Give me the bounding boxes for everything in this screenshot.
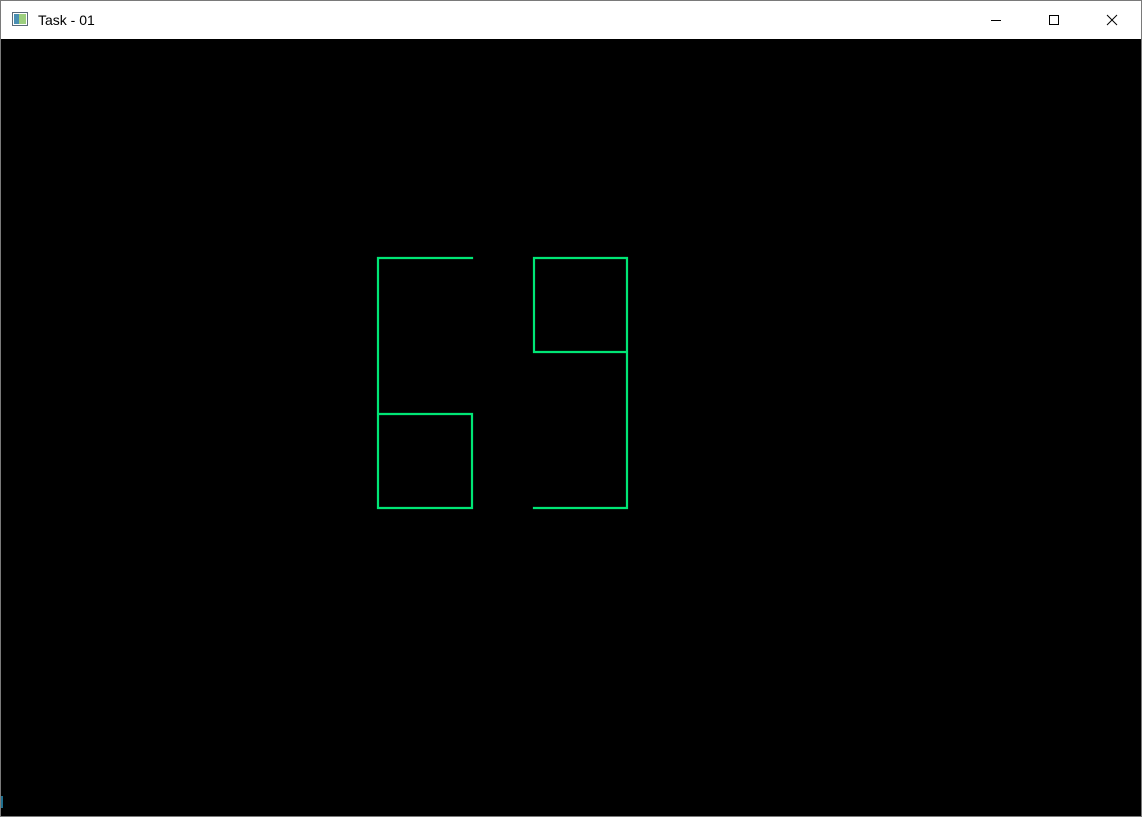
app-window-icon[interactable] xyxy=(12,12,28,26)
maximize-icon xyxy=(1048,14,1060,26)
minimize-button[interactable] xyxy=(967,1,1025,39)
digit-nine-stroke xyxy=(532,256,629,510)
digit-six xyxy=(376,256,474,510)
close-button[interactable] xyxy=(1083,1,1141,39)
digit-six-stroke xyxy=(376,256,474,510)
drawing-canvas xyxy=(1,39,1141,816)
window-title: Task - 01 xyxy=(38,12,95,28)
minimize-icon xyxy=(990,14,1002,26)
digit-drawing xyxy=(376,256,629,510)
window-edge-marker xyxy=(1,796,3,808)
app-window: Task - 01 xyxy=(0,0,1142,817)
close-icon xyxy=(1106,14,1118,26)
maximize-button[interactable] xyxy=(1025,1,1083,39)
title-bar[interactable]: Task - 01 xyxy=(1,1,1141,39)
digit-nine xyxy=(532,256,629,510)
